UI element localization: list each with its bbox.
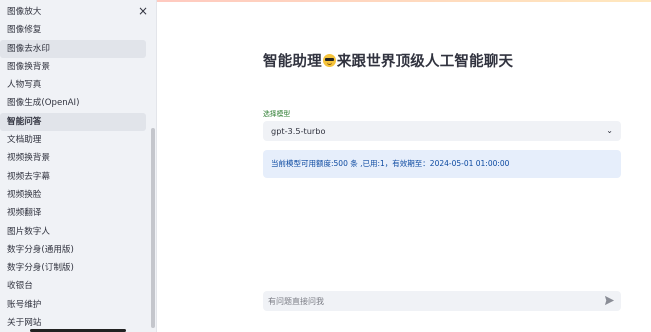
model-select[interactable]: gpt-3.5-turbo ⌄ (263, 121, 621, 141)
model-select-label: 选择模型 (263, 110, 291, 118)
sidebar-item[interactable]: 视频去字幕 (0, 168, 146, 186)
sidebar-item[interactable]: 收银台 (0, 277, 146, 295)
chat-input-bar (263, 291, 621, 311)
sidebar-item[interactable]: 图像生成(OpenAI) (0, 94, 146, 112)
quota-info-banner: 当前模型可用额度:500 条 ,已用:1，有效期至：2024-05-01 01:… (263, 150, 621, 178)
sidebar-item[interactable]: 视频换背景 (0, 149, 146, 167)
chat-input[interactable] (263, 291, 593, 311)
sidebar-item[interactable]: 数字分身(通用版) (0, 241, 146, 259)
sidebar-item[interactable]: 账号维护 (0, 296, 146, 314)
sidebar-item[interactable]: 文档助理 (0, 131, 146, 149)
sidebar-item[interactable]: 智能问答 (0, 112, 146, 132)
sidebar-item[interactable]: 视频翻译 (0, 204, 146, 222)
chevron-down-icon: ⌄ (606, 126, 613, 135)
sidebar-scrollbar[interactable] (151, 128, 155, 328)
page-title-sub: 来跟世界顶级人工智能聊天 (336, 54, 514, 70)
page-title: 智能助理 来跟世界顶级人工智能聊天 (263, 50, 513, 71)
sidebar-item[interactable]: 图片数字人 (0, 223, 146, 241)
page-title-main: 智能助理 (263, 54, 322, 70)
sidebar-item[interactable]: 人物写真 (0, 76, 146, 94)
sidebar-item[interactable]: 数字分身(订制版) (0, 259, 146, 277)
sidebar: × 图像放大 图像修复 图像去水印 图像换背景 人物写真 图像生成(OpenAI) 智能问答… (0, 0, 157, 332)
main-content: 智能助理 来跟世界顶级人工智能聊天 选择模型 gpt-3.5-turbo ⌄ 当前… (157, 0, 651, 332)
sidebar-nav: 图像放大 图像修复 图像去水印 图像换背景 人物写真 图像生成(OpenAI) 智能问答 文档… (0, 3, 156, 332)
smiling-face-with-sunglasses-icon (322, 54, 336, 67)
sidebar-item[interactable]: 图像换背景 (0, 58, 146, 76)
sidebar-item[interactable]: 图像修复 (0, 21, 146, 39)
sidebar-item[interactable]: 视频换脸 (0, 186, 146, 204)
sidebar-item[interactable]: 图像去水印 (0, 39, 146, 58)
send-icon[interactable] (604, 295, 615, 306)
model-select-value: gpt-3.5-turbo (271, 126, 326, 136)
sidebar-item[interactable]: 图像放大 (0, 3, 146, 21)
